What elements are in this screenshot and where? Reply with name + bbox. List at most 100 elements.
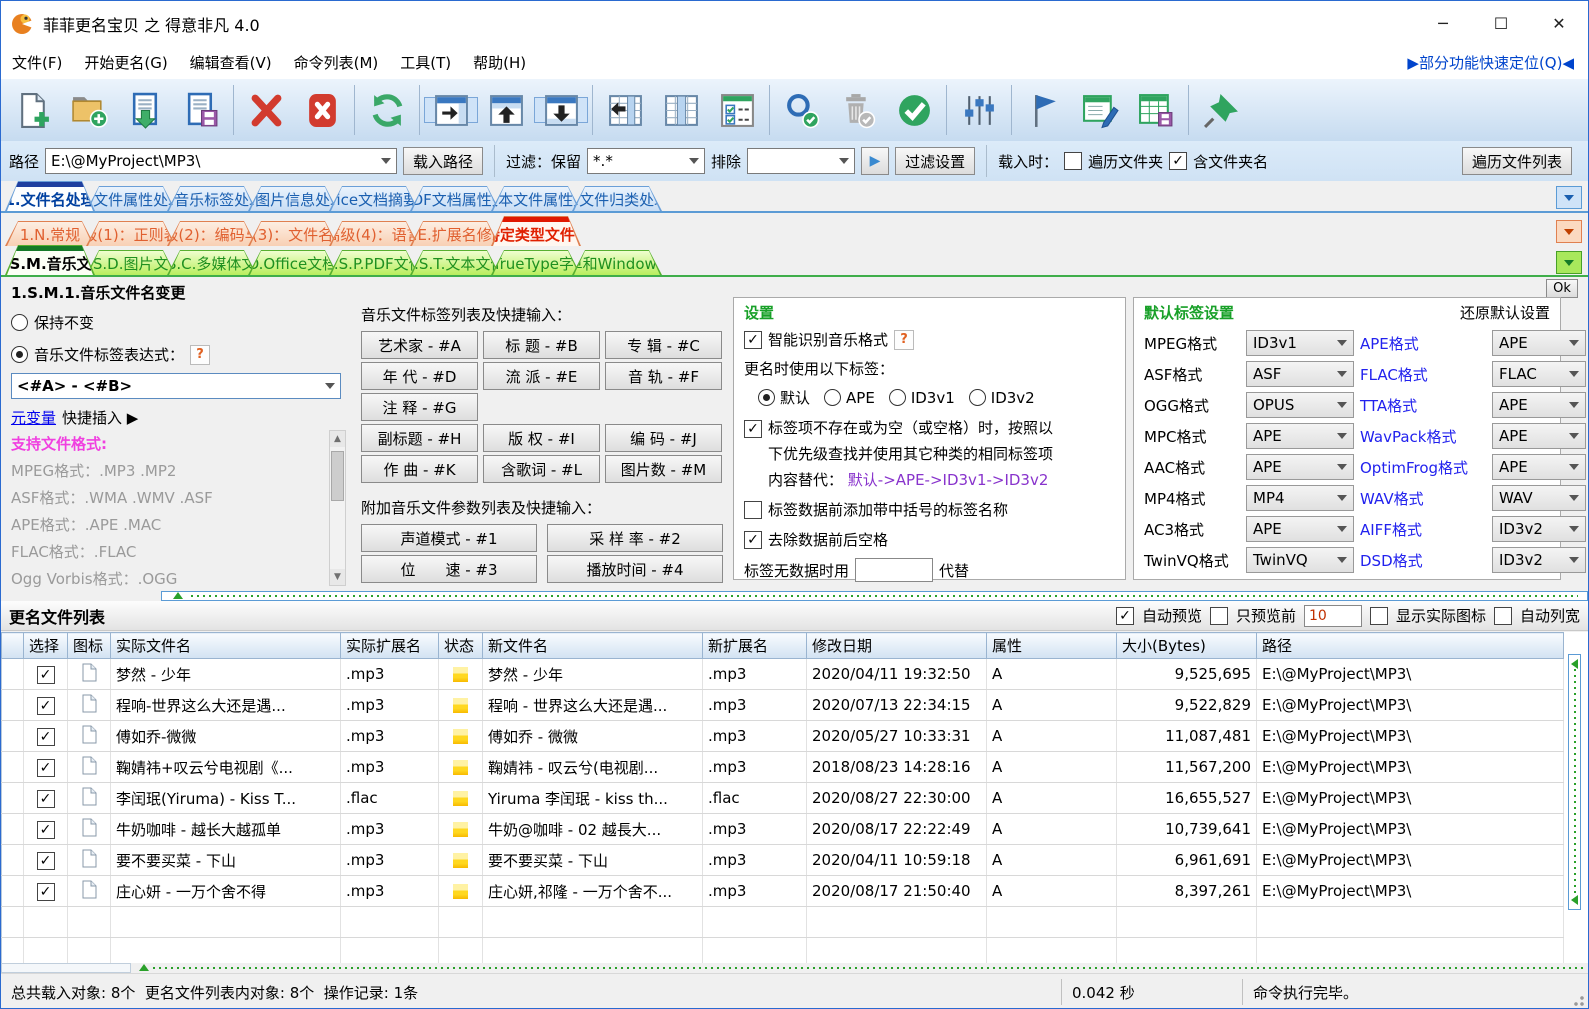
quick-locate-button[interactable]: ▶部分功能快速定位(Q)◀ — [1407, 52, 1588, 73]
column-view-icon[interactable] — [653, 81, 709, 139]
tab-row1-dropdown-button[interactable] — [1556, 186, 1582, 209]
new-file-icon[interactable] — [5, 81, 61, 139]
table-row[interactable]: 要不要买菜 - 下山.mp3要不要买菜 - 下山.mp32020/04/11 1… — [2, 845, 1564, 876]
row-select-checkbox[interactable] — [37, 697, 55, 715]
column-header-属性[interactable]: 属性 — [987, 633, 1117, 659]
smart-detect-help-icon[interactable]: ? — [894, 330, 914, 350]
traverse-folders-checkbox[interactable] — [1064, 152, 1082, 170]
fallback-checkbox[interactable] — [744, 420, 762, 438]
column-header-新文件名[interactable]: 新文件名 — [483, 633, 703, 659]
table-row[interactable]: 李闰珉(Yiruma) - Kiss T....flacYiruma 李闰珉 -… — [2, 783, 1564, 814]
format-select-WAV格式[interactable]: WAV — [1492, 485, 1586, 511]
tab-7.文本文件属性处理[interactable]: 7.文本文件属性处理 — [491, 186, 581, 211]
maximize-button[interactable]: ☐ — [1472, 1, 1530, 46]
column-header-选择[interactable]: 选择 — [24, 633, 68, 659]
delete-confirm-icon[interactable] — [830, 81, 886, 139]
menu-item-命令列表(M)[interactable]: 命令列表(M) — [283, 46, 390, 79]
close-button[interactable]: ✕ — [1530, 1, 1588, 46]
param-button-#3[interactable]: 位 速 - #3 — [361, 555, 537, 583]
preview-count-input[interactable] — [1304, 605, 1362, 627]
adjust-sliders-icon[interactable] — [951, 81, 1007, 139]
tag-expression-radio[interactable] — [11, 346, 28, 363]
tab-1.A.高级(3)：文件名对照列表[interactable]: 1.A.高级(3)：文件名对照列表 — [248, 221, 338, 246]
format-select-AIFF格式[interactable]: ID3v2 — [1492, 516, 1586, 542]
expression-help-icon[interactable]: ? — [190, 345, 210, 365]
supported-formats-scrollbar[interactable]: ▲ ▼ — [329, 430, 346, 586]
restore-defaults-button[interactable]: 还原默认设置 — [1460, 302, 1550, 323]
checklist-icon[interactable] — [709, 81, 765, 139]
tag-button-#E[interactable]: 流 派 - #E — [483, 362, 600, 390]
tab-1.S.O.Office文档文件[interactable]: 1.S.O.Office文档文件 — [248, 250, 338, 275]
trim-spaces-checkbox[interactable] — [744, 531, 762, 549]
format-select-WavPack格式[interactable]: APE — [1492, 423, 1586, 449]
menu-item-帮助(H)[interactable]: 帮助(H) — [462, 46, 537, 79]
tab-1.S.F.TrueType字体文件[interactable]: 1.S.F.TrueType字体文件 — [491, 250, 581, 275]
edit-list-icon[interactable] — [1072, 81, 1128, 139]
bottom-splitter[interactable] — [1, 963, 1588, 973]
radio-icon[interactable] — [758, 389, 775, 406]
column-header-修改日期[interactable]: 修改日期 — [807, 633, 987, 659]
row-select-checkbox[interactable] — [37, 790, 55, 808]
path-combobox[interactable]: E:\@MyProject\MP3\ — [45, 148, 397, 174]
param-button-#1[interactable]: 声道模式 - #1 — [361, 524, 537, 552]
table-row[interactable]: 鞠婧祎+叹云兮电视剧《....mp3鞠婧祎 - 叹云兮(电视剧....mp320… — [2, 752, 1564, 783]
splitter-collapse-icon[interactable] — [139, 964, 149, 971]
filter-settings-button[interactable]: 过滤设置 — [895, 147, 975, 175]
tag-button-#C[interactable]: 专 辑 - #C — [605, 331, 722, 359]
no-data-replacement-input[interactable] — [855, 558, 933, 582]
menu-item-开始更名(G)[interactable]: 开始更名(G) — [73, 46, 178, 79]
save-table-icon[interactable] — [1128, 81, 1184, 139]
search-confirm-icon[interactable] — [774, 81, 830, 139]
scroll-up-icon[interactable]: ▲ — [330, 431, 345, 447]
format-select-ASF格式[interactable]: ASF — [1246, 361, 1354, 387]
tab-1.S.C.多媒体文件[interactable]: 1.S.C.多媒体文件 — [167, 250, 257, 275]
column-header-实际扩展名[interactable]: 实际扩展名 — [341, 633, 439, 659]
tab-1.S.T.文本文件[interactable]: 1.S.T.文本文件 — [410, 250, 500, 275]
delete-all-icon[interactable] — [294, 81, 350, 139]
keep-unchanged-radio[interactable] — [11, 314, 28, 331]
auto-preview-checkbox[interactable] — [1116, 607, 1134, 625]
table-row[interactable]: 牛奶咖啡 - 越长大越孤单.mp3牛奶@咖啡 - 02 越長大....mp320… — [2, 814, 1564, 845]
table-row[interactable]: 傅如乔-微微.mp3傅如乔 - 微微.mp32020/05/27 10:33:3… — [2, 721, 1564, 752]
quick-insert-label[interactable]: 快捷插入 ▶ — [62, 407, 138, 428]
tab-6.PDF文档属性处理[interactable]: 6.PDF文档属性处理 — [410, 186, 500, 211]
open-folder-add-icon[interactable] — [61, 81, 117, 139]
format-select-MPEG格式[interactable]: ID3v1 — [1246, 330, 1354, 356]
splitter-collapse-icon[interactable] — [173, 592, 183, 599]
tag-button-#F[interactable]: 音 轨 - #F — [605, 362, 722, 390]
tab-4.图片信息处理[interactable]: 4.图片信息处理 — [248, 186, 338, 211]
format-select-FLAC格式[interactable]: FLAC — [1492, 361, 1586, 387]
menu-item-文件(F)[interactable]: 文件(F) — [1, 46, 73, 79]
table-row[interactable]: 庄心妍 - 一万个舍不得.mp3庄心妍,祁隆 - 一万个舍不....mp3202… — [2, 876, 1564, 907]
table-row[interactable]: 梦然 - 少年.mp3梦然 - 少年.mp32020/04/11 19:32:5… — [2, 659, 1564, 690]
expression-combobox[interactable]: <#A> - <#B> — [11, 373, 341, 399]
row-select-checkbox[interactable] — [37, 728, 55, 746]
tag-button-#B[interactable]: 标 题 - #B — [483, 331, 600, 359]
panel-splitter[interactable] — [1, 591, 1588, 601]
tab-1.A.高级(4)：语言脚本[interactable]: 1.A.高级(4)：语言脚本 — [329, 221, 419, 246]
row-select-checkbox[interactable] — [37, 852, 55, 870]
resize-grip[interactable] — [1571, 993, 1585, 1007]
tab-1.S.K.安卓和Windows程序文件[interactable]: 1.S.K.安卓和Windows程序文件 — [572, 250, 662, 275]
refresh-icon[interactable] — [359, 81, 415, 139]
scroll-down-icon[interactable]: ▼ — [330, 569, 345, 585]
tag-button-#J[interactable]: 编 码 - #J — [605, 424, 722, 452]
traverse-file-list-button[interactable]: 遍历文件列表 — [1462, 147, 1572, 175]
tag-type-radio-APE[interactable]: APE — [824, 389, 875, 407]
column-header-路径[interactable]: 路径 — [1257, 633, 1564, 659]
load-path-button[interactable]: 载入路径 — [403, 147, 483, 175]
column-header-实际文件名[interactable]: 实际文件名 — [111, 633, 341, 659]
smart-detect-checkbox[interactable] — [744, 331, 762, 349]
preview-first-checkbox[interactable] — [1210, 607, 1228, 625]
tab-1.A.高级(1)：正则表达式等[interactable]: 1.A.高级(1)：正则表达式等 — [86, 221, 176, 246]
row-select-checkbox[interactable] — [37, 821, 55, 839]
tag-button-#G[interactable]: 注 释 - #G — [361, 393, 478, 421]
tag-button-#K[interactable]: 作 曲 - #K — [361, 455, 478, 483]
tab-row3-dropdown-button[interactable] — [1556, 251, 1582, 274]
radio-icon[interactable] — [889, 389, 906, 406]
delete-selected-icon[interactable] — [238, 81, 294, 139]
tab-1.S.特定类型文件名修改[interactable]: 1.S.特定类型文件名修改 — [491, 216, 581, 246]
table-row[interactable]: 程响-世界这么大还是遇....mp3程响 - 世界这么大还是遇....mp320… — [2, 690, 1564, 721]
format-select-AAC格式[interactable]: APE — [1246, 454, 1354, 480]
tab-5.Office文档摘要处理[interactable]: 5.Office文档摘要处理 — [329, 186, 419, 211]
